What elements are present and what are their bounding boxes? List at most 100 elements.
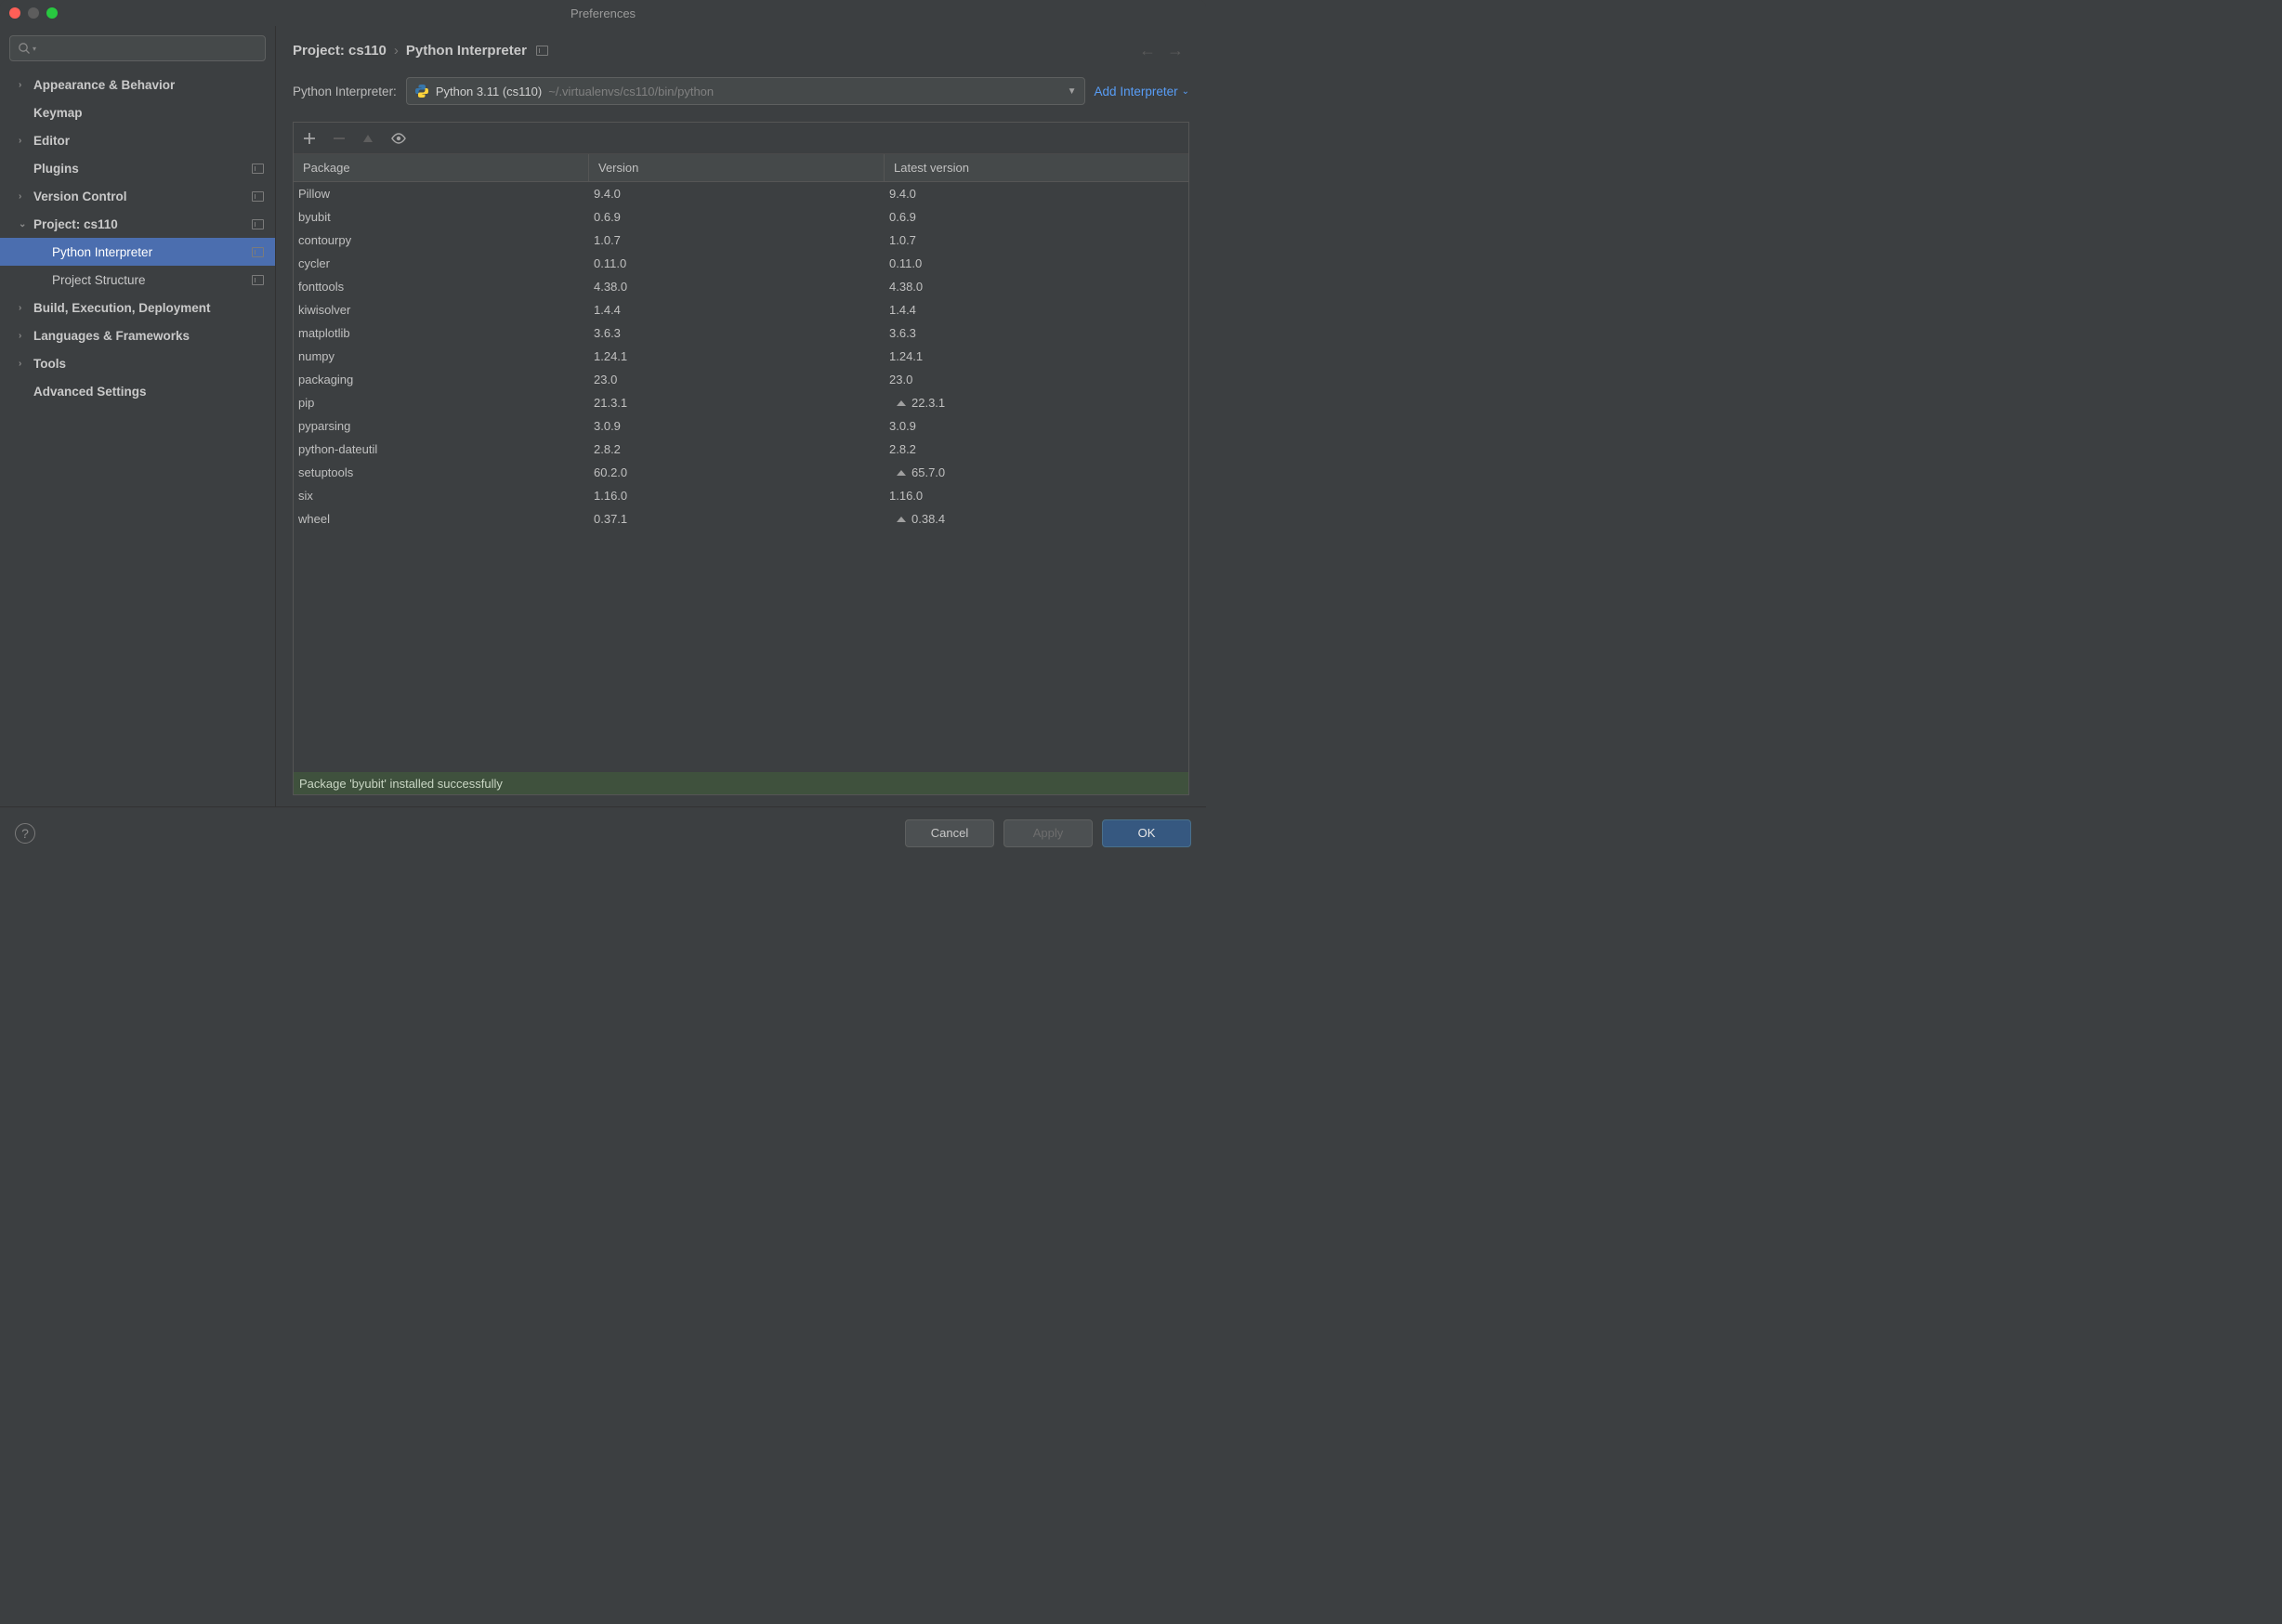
package-row[interactable]: packaging23.023.0 [294, 368, 1188, 391]
package-name: contourpy [294, 229, 589, 252]
sidebar-item-advanced-settings[interactable]: Advanced Settings [0, 377, 275, 405]
apply-button[interactable]: Apply [1003, 819, 1093, 847]
package-row[interactable]: setuptools60.2.065.7.0 [294, 461, 1188, 484]
project-scope-icon [252, 247, 264, 257]
project-scope-icon [536, 46, 548, 56]
minus-icon [333, 132, 346, 145]
package-latest: 22.3.1 [885, 391, 1188, 414]
maximize-icon[interactable] [46, 7, 58, 19]
chevron-down-icon: ⌄ [19, 219, 32, 229]
package-row[interactable]: six1.16.01.16.0 [294, 484, 1188, 507]
add-package-button[interactable] [303, 132, 316, 145]
package-row[interactable]: pip21.3.122.3.1 [294, 391, 1188, 414]
package-version: 1.16.0 [589, 484, 885, 507]
sidebar-item-label: Version Control [33, 190, 252, 203]
chevron-right-icon: › [394, 43, 399, 59]
package-latest: 0.38.4 [885, 507, 1188, 530]
package-row[interactable]: Pillow9.4.09.4.0 [294, 182, 1188, 205]
package-name: pyparsing [294, 414, 589, 438]
package-name: packaging [294, 368, 589, 391]
sidebar-item-label: Editor [33, 134, 264, 148]
preferences-window: Preferences ▾ ›Appearance & Behavior Key… [0, 0, 1206, 858]
package-name: byubit [294, 205, 589, 229]
sidebar-item-languages-frameworks[interactable]: ›Languages & Frameworks [0, 321, 275, 349]
sidebar-item-label: Plugins [33, 162, 252, 176]
interpreter-name: Python 3.11 (cs110) [436, 85, 542, 98]
package-latest: 1.16.0 [885, 484, 1188, 507]
ok-button[interactable]: OK [1102, 819, 1191, 847]
package-row[interactable]: python-dateutil2.8.22.8.2 [294, 438, 1188, 461]
package-latest: 2.8.2 [885, 438, 1188, 461]
package-version: 60.2.0 [589, 461, 885, 484]
add-interpreter-link[interactable]: Add Interpreter ⌄ [1095, 85, 1189, 98]
package-name: setuptools [294, 461, 589, 484]
interpreter-label: Python Interpreter: [293, 85, 397, 98]
package-row[interactable]: cycler0.11.00.11.0 [294, 252, 1188, 275]
titlebar: Preferences [0, 0, 1206, 26]
nav-forward-icon[interactable]: → [1167, 41, 1184, 60]
package-name: wheel [294, 507, 589, 530]
package-latest: 0.6.9 [885, 205, 1188, 229]
package-row[interactable]: matplotlib3.6.33.6.3 [294, 321, 1188, 345]
sidebar-item-python-interpreter[interactable]: Python Interpreter [0, 238, 275, 266]
nav-back-icon[interactable]: ← [1139, 41, 1156, 60]
package-row[interactable]: contourpy1.0.71.0.7 [294, 229, 1188, 252]
body: ▾ ›Appearance & Behavior Keymap›Editor P… [0, 26, 1206, 806]
upgrade-available-icon [897, 400, 906, 406]
sidebar-item-editor[interactable]: ›Editor [0, 126, 275, 154]
cancel-button[interactable]: Cancel [905, 819, 994, 847]
sidebar-item-project-structure[interactable]: Project Structure [0, 266, 275, 294]
python-icon [414, 84, 429, 98]
packages-toolbar [294, 123, 1188, 154]
package-row[interactable]: pyparsing3.0.93.0.9 [294, 414, 1188, 438]
sidebar-item-label: Tools [33, 357, 264, 371]
remove-package-button[interactable] [333, 132, 346, 145]
plus-icon [303, 132, 316, 145]
column-header-latest[interactable]: Latest version [885, 154, 1188, 181]
triangle-up-icon [362, 133, 374, 144]
column-header-version[interactable]: Version [589, 154, 885, 181]
interpreter-select[interactable]: Python 3.11 (cs110) ~/.virtualenvs/cs110… [406, 77, 1085, 105]
upgrade-package-button[interactable] [362, 133, 374, 144]
chevron-down-icon: ⌄ [1182, 86, 1189, 97]
sidebar-item-tools[interactable]: ›Tools [0, 349, 275, 377]
sidebar-item-version-control[interactable]: ›Version Control [0, 182, 275, 210]
package-latest: 1.24.1 [885, 345, 1188, 368]
search-input[interactable]: ▾ [9, 35, 266, 61]
package-version: 1.24.1 [589, 345, 885, 368]
sidebar-item-label: Keymap [33, 106, 264, 120]
package-version: 0.37.1 [589, 507, 885, 530]
sidebar-item-project-cs110[interactable]: ⌄Project: cs110 [0, 210, 275, 238]
packages-list: Pillow9.4.09.4.0byubit0.6.90.6.9contourp… [294, 182, 1188, 772]
package-name: cycler [294, 252, 589, 275]
minimize-icon[interactable] [28, 7, 39, 19]
chevron-right-icon [19, 386, 32, 397]
show-early-releases-button[interactable] [390, 132, 407, 145]
package-row[interactable]: wheel0.37.10.38.4 [294, 507, 1188, 530]
package-row[interactable]: byubit0.6.90.6.9 [294, 205, 1188, 229]
sidebar-item-keymap[interactable]: Keymap [0, 98, 275, 126]
column-header-package[interactable]: Package [294, 154, 589, 181]
sidebar-item-build-execution-deployment[interactable]: ›Build, Execution, Deployment [0, 294, 275, 321]
package-name: pip [294, 391, 589, 414]
package-row[interactable]: fonttools4.38.04.38.0 [294, 275, 1188, 298]
sidebar-item-plugins[interactable]: Plugins [0, 154, 275, 182]
sidebar-item-appearance-behavior[interactable]: ›Appearance & Behavior [0, 71, 275, 98]
package-row[interactable]: numpy1.24.11.24.1 [294, 345, 1188, 368]
interpreter-path: ~/.virtualenvs/cs110/bin/python [548, 85, 1060, 98]
package-name: Pillow [294, 182, 589, 205]
package-version: 21.3.1 [589, 391, 885, 414]
close-icon[interactable] [9, 7, 20, 19]
chevron-down-icon: ▼ [1068, 86, 1077, 97]
package-name: matplotlib [294, 321, 589, 345]
package-row[interactable]: kiwisolver1.4.41.4.4 [294, 298, 1188, 321]
breadcrumb-segment[interactable]: Project: cs110 [293, 43, 387, 59]
package-version: 23.0 [589, 368, 885, 391]
upgrade-available-icon [897, 470, 906, 476]
package-latest: 23.0 [885, 368, 1188, 391]
chevron-right-icon [19, 164, 32, 174]
help-button[interactable]: ? [15, 823, 35, 844]
package-latest: 1.0.7 [885, 229, 1188, 252]
chevron-right-icon: › [19, 359, 32, 369]
package-latest: 65.7.0 [885, 461, 1188, 484]
